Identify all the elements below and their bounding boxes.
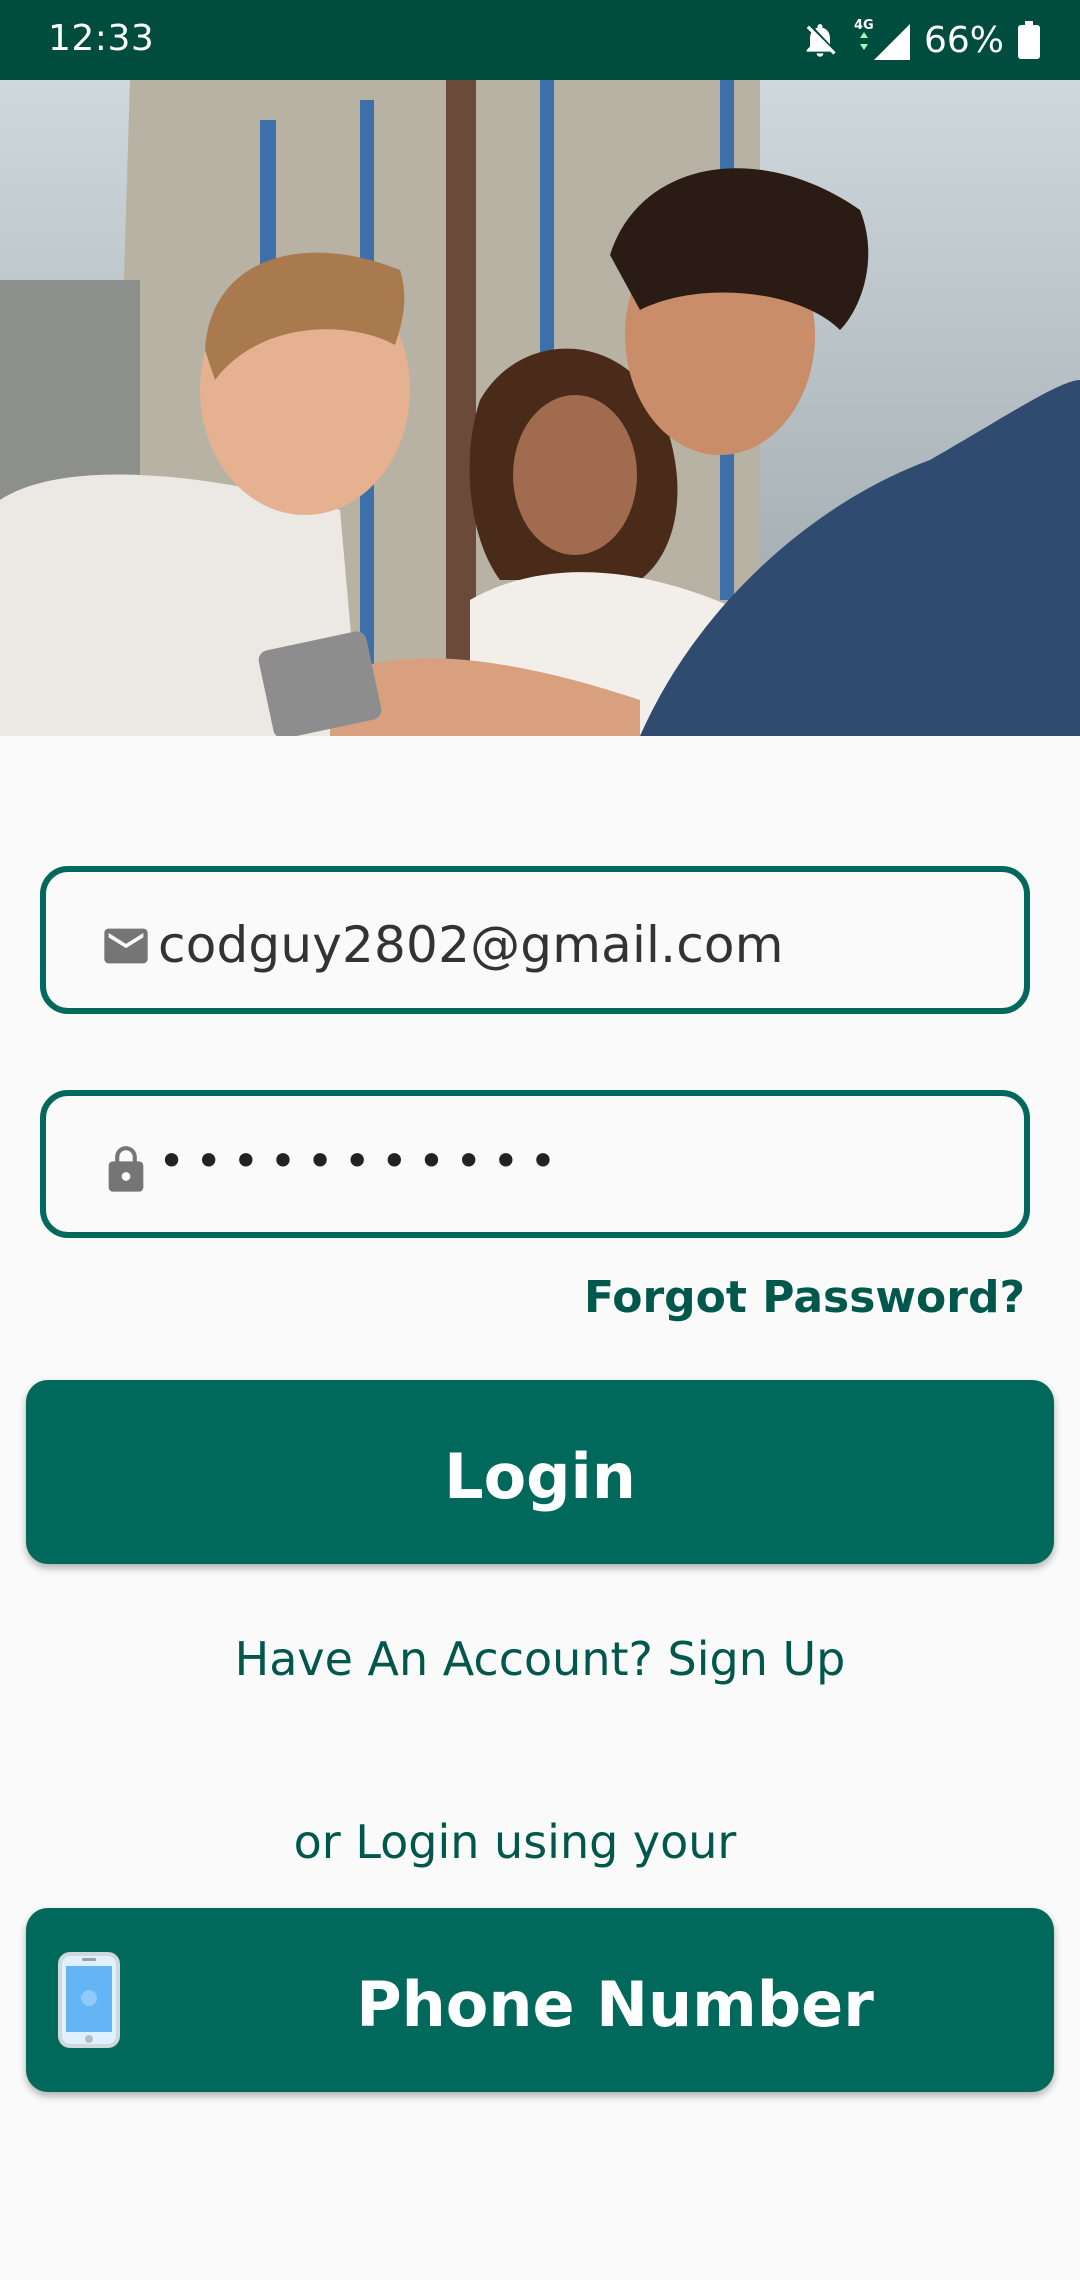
battery-icon	[1018, 21, 1040, 59]
login-button[interactable]: Login	[26, 1380, 1054, 1564]
alt-login-text: or Login using your	[293, 1815, 737, 1869]
phone-login-button[interactable]: Phone Number	[26, 1908, 1054, 2092]
battery-percent: 66%	[923, 19, 1004, 61]
status-icons: 4G 66%	[800, 14, 1040, 66]
status-time: 12:33	[48, 18, 155, 59]
forgot-password-link[interactable]: Forgot Password?	[584, 1272, 1025, 1323]
phone-button-label: Phone Number	[356, 1968, 874, 2041]
email-input[interactable]: codguy2802@gmail.com	[158, 916, 784, 974]
signal-icon: 4G	[854, 18, 910, 60]
email-field[interactable]: codguy2802@gmail.com	[40, 866, 1030, 1014]
email-icon	[104, 928, 148, 964]
login-button-label: Login	[444, 1440, 636, 1513]
hero-image	[0, 80, 1080, 736]
status-bar: 12:33 4G 66%	[0, 0, 1080, 80]
signup-link[interactable]: Have An Account? Sign Up	[0, 1632, 1080, 1686]
smartphone-icon	[58, 1952, 120, 2048]
password-input[interactable]: •••••••••••	[158, 1134, 566, 1188]
password-field[interactable]: •••••••••••	[40, 1090, 1030, 1238]
notifications-off-icon	[806, 24, 836, 57]
lock-icon	[108, 1146, 144, 1192]
